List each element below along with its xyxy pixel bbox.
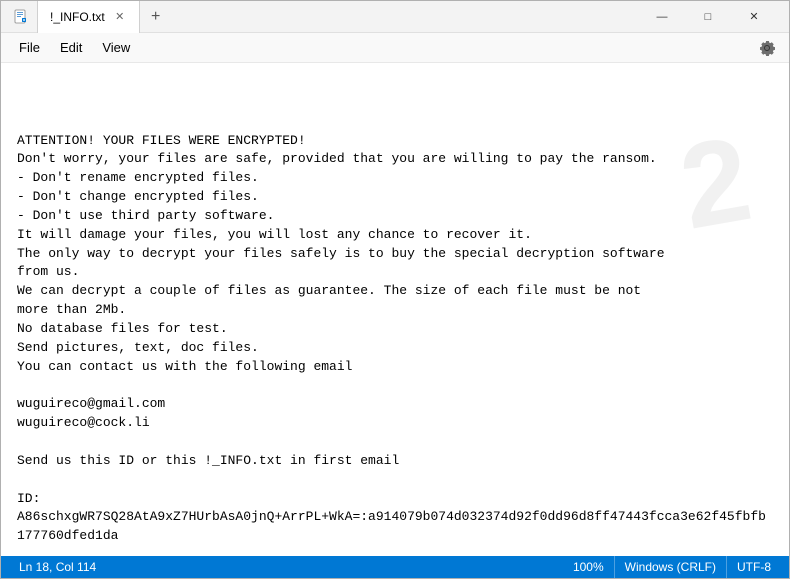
tab-label: !_INFO.txt: [50, 10, 105, 24]
new-tab-button[interactable]: +: [140, 1, 172, 33]
file-text[interactable]: ATTENTION! YOUR FILES WERE ENCRYPTED! Do…: [17, 132, 773, 547]
status-encoding[interactable]: UTF-8: [726, 556, 781, 578]
minimize-button[interactable]: —: [639, 1, 685, 33]
tab-strip: !_INFO.txt ✕ +: [37, 1, 172, 33]
notepad-icon: [13, 9, 29, 25]
statusbar: Ln 18, Col 114 100% Windows (CRLF) UTF-8: [1, 556, 789, 578]
tab-info-txt[interactable]: !_INFO.txt ✕: [37, 1, 140, 33]
titlebar: !_INFO.txt ✕ + — □ ✕: [1, 1, 789, 33]
window-controls: — □ ✕: [639, 1, 777, 33]
settings-button[interactable]: [753, 34, 781, 62]
menu-edit[interactable]: Edit: [50, 36, 92, 59]
menubar: File Edit View: [1, 33, 789, 63]
maximize-button[interactable]: □: [685, 1, 731, 33]
gear-icon: [759, 40, 775, 56]
status-right-group: 100% Windows (CRLF) UTF-8: [563, 556, 781, 578]
status-line-ending[interactable]: Windows (CRLF): [614, 556, 726, 578]
text-content-area[interactable]: 2 ATTENTION! YOUR FILES WERE ENCRYPTED! …: [1, 63, 789, 556]
menu-file[interactable]: File: [9, 36, 50, 59]
notepad-window: !_INFO.txt ✕ + — □ ✕ File Edit View 2 AT…: [0, 0, 790, 579]
tab-close-button[interactable]: ✕: [113, 10, 127, 24]
menu-view[interactable]: View: [92, 36, 140, 59]
status-zoom[interactable]: 100%: [563, 556, 614, 578]
close-button[interactable]: ✕: [731, 1, 777, 33]
status-position: Ln 18, Col 114: [9, 556, 106, 578]
